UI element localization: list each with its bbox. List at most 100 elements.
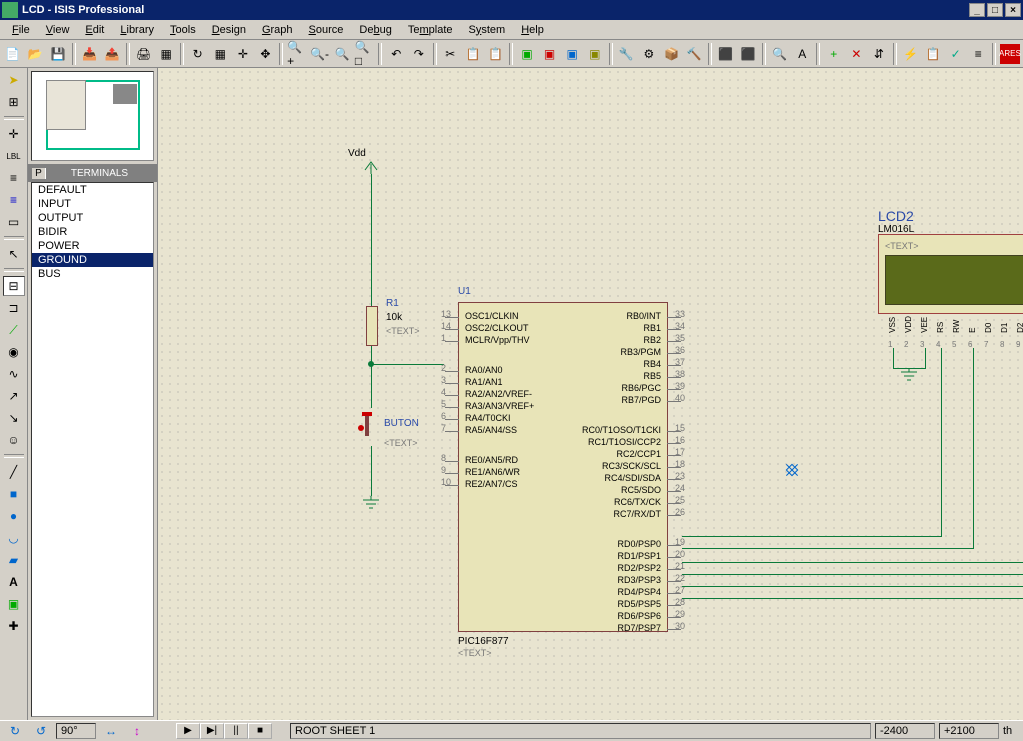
save-icon[interactable]: 💾 xyxy=(47,43,69,65)
stop-button[interactable]: ■ xyxy=(248,723,272,739)
zoom-in-icon[interactable]: 🔍+ xyxy=(286,43,308,65)
pick-icon[interactable]: 🔧 xyxy=(616,43,638,65)
edit-arrow-icon[interactable]: ↖ xyxy=(3,244,25,264)
step-button[interactable]: ▶| xyxy=(200,723,224,739)
play-button[interactable]: ▶ xyxy=(176,723,200,739)
open-icon[interactable]: 📂 xyxy=(25,43,47,65)
pan-icon[interactable]: ✥ xyxy=(255,43,277,65)
ground-terminal-icon[interactable] xyxy=(361,496,381,510)
search-icon[interactable]: 🔍 xyxy=(769,43,791,65)
redo-icon[interactable]: ↷ xyxy=(408,43,430,65)
origin-icon[interactable]: ✛ xyxy=(232,43,254,65)
terminal-item-output[interactable]: OUTPUT xyxy=(32,211,153,225)
button-component[interactable] xyxy=(358,408,378,438)
rotate-ccw-icon[interactable]: ↺ xyxy=(30,721,52,741)
bus-icon[interactable]: ≡ xyxy=(3,190,25,210)
path-icon[interactable]: ▰ xyxy=(3,550,25,570)
line-icon[interactable]: ╱ xyxy=(3,462,25,482)
menu-library[interactable]: Library xyxy=(112,22,162,38)
new-icon[interactable]: 📄 xyxy=(2,43,24,65)
import-icon[interactable]: 📥 xyxy=(79,43,101,65)
goto-sheet-icon[interactable]: ⇵ xyxy=(868,43,890,65)
netlist-icon[interactable]: ≡ xyxy=(967,43,989,65)
junction-icon[interactable]: ✛ xyxy=(3,124,25,144)
new-sheet-icon[interactable]: + xyxy=(823,43,845,65)
paste-icon[interactable]: 📋 xyxy=(485,43,507,65)
make-device-icon[interactable]: ⚙ xyxy=(638,43,660,65)
close-button[interactable]: × xyxy=(1005,3,1021,17)
terminal-item-input[interactable]: INPUT xyxy=(32,197,153,211)
pick-devices-button[interactable]: P xyxy=(32,168,46,179)
refresh-icon[interactable]: ↻ xyxy=(187,43,209,65)
package-icon[interactable]: 📦 xyxy=(661,43,683,65)
zoom-area-icon[interactable]: 🔍□ xyxy=(354,43,376,65)
rotate-cw-icon[interactable]: ↻ xyxy=(4,721,26,741)
terminals-list[interactable]: DEFAULTINPUTOUTPUTBIDIRPOWERGROUNDBUS xyxy=(31,182,154,717)
zoom-out-icon[interactable]: 🔍- xyxy=(309,43,331,65)
menu-tools[interactable]: Tools xyxy=(162,22,204,38)
selection-mode-icon[interactable]: ➤ xyxy=(3,70,25,90)
terminal-item-power[interactable]: POWER xyxy=(32,239,153,253)
print-icon[interactable]: 🖨 xyxy=(133,43,155,65)
subcircuit-icon[interactable]: ▭ xyxy=(3,212,25,232)
flip-v-icon[interactable]: ↕ xyxy=(126,721,148,741)
maximize-button[interactable]: □ xyxy=(987,3,1003,17)
schematic-canvas[interactable]: Vdd R1 10k <TEXT> BUTON <TEXT> U1 OSC1/C… xyxy=(158,68,1023,720)
cut-icon[interactable]: ✂ xyxy=(440,43,462,65)
symbol-icon[interactable]: ▣ xyxy=(3,594,25,614)
menu-view[interactable]: View xyxy=(38,22,78,38)
graph-mode-icon[interactable]: ⟋ xyxy=(3,320,25,340)
menu-edit[interactable]: Edit xyxy=(77,22,112,38)
menu-debug[interactable]: Debug xyxy=(351,22,399,38)
wire-label-mode-icon[interactable]: LBL xyxy=(3,146,25,166)
terminal-item-bidir[interactable]: BIDIR xyxy=(32,225,153,239)
device-pin-icon[interactable]: ⊐ xyxy=(3,298,25,318)
menu-template[interactable]: Template xyxy=(400,22,461,38)
text-script-icon[interactable]: ≡ xyxy=(3,168,25,188)
circle-icon[interactable]: ● xyxy=(3,506,25,526)
property-icon[interactable]: A xyxy=(791,43,813,65)
grid-icon[interactable]: ▦ xyxy=(209,43,231,65)
terminal-item-ground[interactable]: GROUND xyxy=(32,253,153,267)
rotation-field[interactable]: 90° xyxy=(56,723,96,739)
terminal-mode-icon[interactable]: ⊟ xyxy=(3,276,25,296)
chip-u1[interactable]: OSC1/CLKIN13OSC2/CLKOUT14MCLR/Vpp/THV1RA… xyxy=(458,302,668,632)
terminal-item-bus[interactable]: BUS xyxy=(32,267,153,281)
flip-h-icon[interactable]: ↔ xyxy=(100,721,122,741)
menu-file[interactable]: File xyxy=(4,22,38,38)
marker-icon[interactable]: ✚ xyxy=(3,616,25,636)
export-icon[interactable]: 📤 xyxy=(101,43,123,65)
resistor-r1[interactable] xyxy=(366,306,378,346)
terminal-item-default[interactable]: DEFAULT xyxy=(32,183,153,197)
zoom-all-icon[interactable]: 🔍 xyxy=(331,43,353,65)
overview-panel[interactable] xyxy=(31,71,154,161)
generator-icon[interactable]: ∿ xyxy=(3,364,25,384)
copy-icon[interactable]: 📋 xyxy=(462,43,484,65)
decompose-icon[interactable]: 🔨 xyxy=(683,43,705,65)
area-icon[interactable]: ▦ xyxy=(155,43,177,65)
virtual-instrument-icon[interactable]: ☺ xyxy=(3,430,25,450)
tape-icon[interactable]: ◉ xyxy=(3,342,25,362)
menu-system[interactable]: System xyxy=(461,22,514,38)
menu-design[interactable]: Design xyxy=(204,22,254,38)
block-delete-icon[interactable]: ▣ xyxy=(584,43,606,65)
wire-label-icon[interactable]: ⬛ xyxy=(715,43,737,65)
arc-icon[interactable]: ◡ xyxy=(3,528,25,548)
undo-icon[interactable]: ↶ xyxy=(385,43,407,65)
current-probe-icon[interactable]: ↘ xyxy=(3,408,25,428)
block-copy-icon[interactable]: ▣ xyxy=(516,43,538,65)
component-mode-icon[interactable]: ⊞ xyxy=(3,92,25,112)
ares-icon[interactable]: ARES xyxy=(999,43,1021,65)
toggle-icon[interactable]: ⬛ xyxy=(737,43,759,65)
design-explorer-icon[interactable]: ⚡ xyxy=(900,43,922,65)
pause-button[interactable]: || xyxy=(224,723,248,739)
erc-icon[interactable]: ✓ xyxy=(945,43,967,65)
lcd-component[interactable]: <TEXT> xyxy=(878,234,1023,314)
minimize-button[interactable]: _ xyxy=(969,3,985,17)
box-icon[interactable]: ■ xyxy=(3,484,25,504)
voltage-probe-icon[interactable]: ↗ xyxy=(3,386,25,406)
menu-graph[interactable]: Graph xyxy=(254,22,301,38)
bom-icon[interactable]: 📋 xyxy=(922,43,944,65)
block-rotate-icon[interactable]: ▣ xyxy=(561,43,583,65)
block-move-icon[interactable]: ▣ xyxy=(539,43,561,65)
